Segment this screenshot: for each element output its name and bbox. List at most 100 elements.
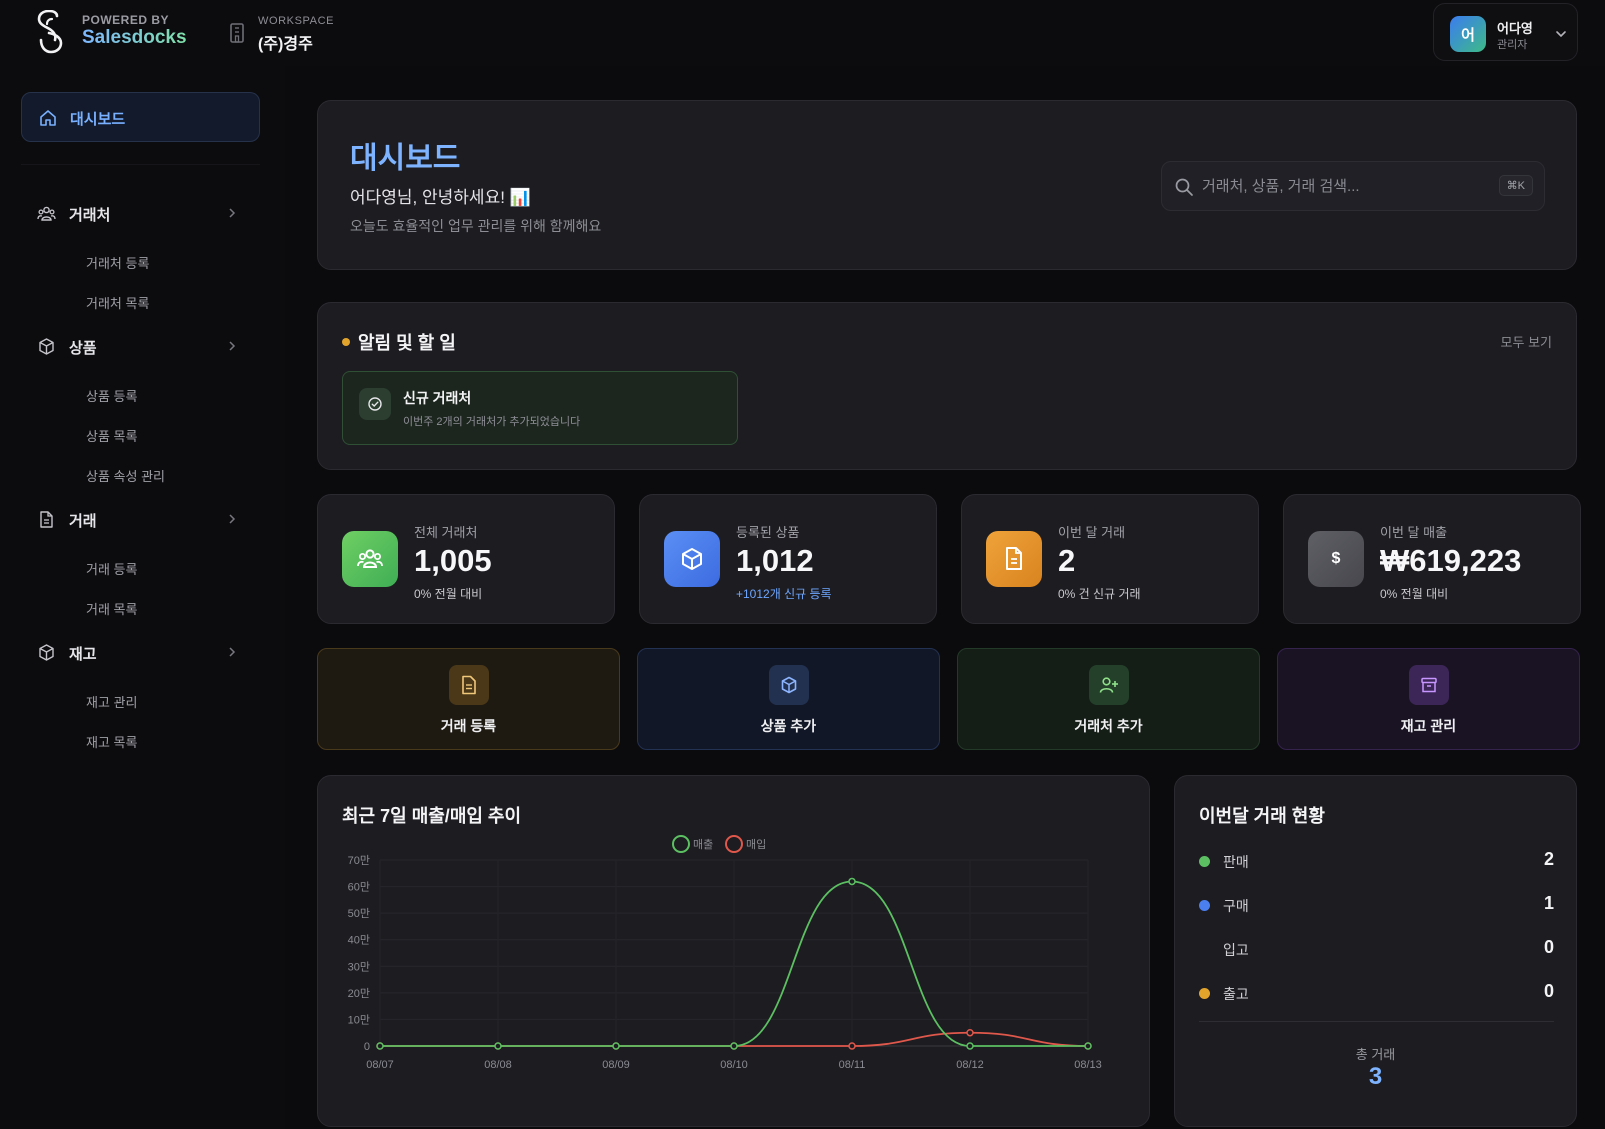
chevron-right-icon (229, 514, 236, 524)
sidebar-section-label: 재고 (69, 646, 97, 663)
box-icon (664, 531, 720, 587)
sidebar-section-transactions[interactable]: 거래 (21, 502, 260, 536)
alert-item-new-client[interactable]: 신규 거래처 이번주 2개의 거래처가 추가되었습니다 (342, 371, 738, 445)
status-row-sales: 판매 2 (1199, 849, 1554, 873)
document-icon (986, 531, 1042, 587)
sidebar-section-label: 거래 (69, 513, 97, 530)
sidebar-subitem-product-register[interactable]: 상품 등록 (86, 386, 137, 405)
stat-label: 이번 달 거래 (1058, 525, 1126, 540)
legend-marker (672, 835, 690, 853)
x-tick-label: 08/08 (484, 1059, 512, 1071)
sidebar-subitem-client-list[interactable]: 거래처 목록 (86, 293, 149, 312)
data-point (730, 1042, 738, 1050)
stat-subtext: +1012개 신규 등록 (736, 587, 832, 601)
box-icon (768, 665, 809, 705)
quick-action-inventory[interactable]: 재고 관리 (1277, 648, 1580, 750)
stat-card-monthly-revenue: $ 이번 달 매출 ₩619,223 0% 전월 대비 (1283, 494, 1581, 624)
quick-action-add-client[interactable]: 거래처 추가 (957, 648, 1260, 750)
user-name: 어다영 (1497, 21, 1533, 36)
sidebar-section-label: 거래처 (69, 207, 111, 224)
total-transactions-label: 총 거래 (1355, 1047, 1396, 1062)
status-divider (1199, 1021, 1554, 1022)
search-input[interactable] (1202, 172, 1482, 200)
x-tick-label: 08/10 (720, 1059, 748, 1071)
sidebar-subitem-product-attributes[interactable]: 상품 속성 관리 (86, 466, 165, 485)
document-icon (40, 511, 53, 528)
y-tick-label: 20만 (348, 987, 370, 1000)
salesdocks-logo-icon[interactable] (32, 10, 66, 54)
alerts-title: 알림 및 할 일 (358, 333, 456, 353)
status-dot (1199, 900, 1210, 911)
sidebar: 대시보드 거래처 거래처 등록 거래처 목록 상품 상품 등록 상품 목록 상품… (0, 66, 285, 1129)
line-chart: 0 10만 20만 30만 40만 50만 60만 70만 08/07 08/08 08/09 08/… (348, 835, 1102, 1071)
data-point (848, 877, 856, 886)
status-label: 구매 (1223, 898, 1249, 914)
shortcut-badge: ⌘K (1498, 175, 1533, 196)
archive-icon (1408, 665, 1449, 705)
data-point (612, 1042, 620, 1050)
stat-card-registered-products: 등록된 상품 1,012 +1012개 신규 등록 (639, 494, 937, 624)
status-label: 판매 (1223, 854, 1249, 870)
sidebar-subitem-inventory-manage[interactable]: 재고 관리 (86, 692, 137, 711)
status-title: 이번달 거래 현황 (1199, 806, 1325, 826)
stat-label: 등록된 상품 (736, 525, 800, 540)
alerts-card: 알림 및 할 일 모두 보기 신규 거래처 이번주 2개의 거래처가 추가되었습… (317, 302, 1577, 470)
user-plus-icon (1088, 665, 1129, 705)
quick-action-register-transaction[interactable]: 거래 등록 (317, 648, 620, 750)
quick-action-add-product[interactable]: 상품 추가 (637, 648, 940, 750)
sales-purchase-chart-card: 최근 7일 매출/매입 추이 0 10만 20만 30만 40만 50만 60만 70만 08/… (317, 775, 1150, 1127)
sidebar-section-clients[interactable]: 거래처 (21, 196, 260, 230)
sidebar-item-label: 대시보드 (70, 111, 126, 128)
user-role: 관리자 (1497, 39, 1528, 51)
status-value: 0 (1543, 981, 1554, 1001)
x-tick-label: 08/09 (602, 1059, 630, 1071)
sidebar-item-dashboard[interactable]: 대시보드 (21, 92, 260, 142)
chevron-down-icon (1556, 31, 1566, 38)
powered-by-label: POWERED BY (82, 13, 170, 27)
workspace-label: WORKSPACE (258, 15, 335, 27)
stat-subtext: 0% 건 신규 거래 (1058, 587, 1141, 601)
check-circle-icon (359, 388, 391, 420)
document-icon (448, 665, 489, 705)
quick-action-label: 거래 등록 (440, 718, 497, 734)
hero-subtitle: 오늘도 효율적인 업무 관리를 위해 함께해요 (350, 218, 602, 234)
sidebar-subitem-transaction-list[interactable]: 거래 목록 (86, 599, 137, 618)
alerts-indicator-dot (342, 338, 350, 346)
y-tick-label: 50만 (348, 907, 370, 920)
status-label: 입고 (1223, 942, 1249, 958)
view-all-link[interactable]: 모두 보기 (1501, 332, 1552, 351)
quick-action-label: 거래처 추가 (1074, 718, 1143, 734)
stat-label: 이번 달 매출 (1380, 525, 1448, 540)
building-icon (230, 23, 244, 43)
sidebar-subitem-transaction-register[interactable]: 거래 등록 (86, 559, 137, 578)
monthly-transaction-status-card: 이번달 거래 현황 판매 2 구매 1 입고 0 출고 0 총 거래 3 (1174, 775, 1577, 1127)
sidebar-section-inventory[interactable]: 재고 (21, 635, 260, 669)
stat-value: ₩619,223 (1380, 543, 1522, 578)
user-menu-button[interactable]: 어 어다영 관리자 (1433, 3, 1578, 61)
sidebar-subitem-client-register[interactable]: 거래처 등록 (86, 253, 149, 272)
quick-action-label: 재고 관리 (1400, 718, 1457, 734)
chevron-right-icon (229, 208, 236, 218)
stat-card-monthly-transactions: 이번 달 거래 2 0% 건 신규 거래 (961, 494, 1259, 624)
greeting-text: 어다영님, 안녕하세요! 📊 (350, 188, 531, 207)
status-value: 1 (1543, 893, 1554, 913)
brand-name[interactable]: Salesdocks (82, 27, 187, 49)
dashboard-hero: 대시보드 어다영님, 안녕하세요! 📊 오늘도 효율적인 업무 관리를 위해 함… (317, 100, 1577, 270)
avatar: 어 (1450, 16, 1486, 52)
sidebar-subitem-inventory-list[interactable]: 재고 목록 (86, 732, 137, 751)
stat-value: 1,012 (736, 543, 814, 578)
sidebar-section-products[interactable]: 상품 (21, 329, 260, 363)
home-icon (40, 110, 56, 126)
legend-label: 매출 (693, 838, 713, 851)
chevron-right-icon (229, 647, 236, 657)
users-icon (37, 206, 56, 221)
stat-subtext: 0% 전월 대비 (414, 587, 483, 601)
search-icon (1175, 178, 1193, 196)
data-point (966, 1028, 974, 1037)
status-row-outbound: 출고 0 (1199, 981, 1554, 1005)
y-tick-label: 0 (364, 1041, 370, 1053)
search-box[interactable]: ⌘K (1161, 161, 1545, 211)
workspace-name[interactable]: (주)경주 (258, 30, 313, 54)
status-row-inbound: 입고 0 (1199, 937, 1554, 961)
sidebar-subitem-product-list[interactable]: 상품 목록 (86, 426, 137, 445)
